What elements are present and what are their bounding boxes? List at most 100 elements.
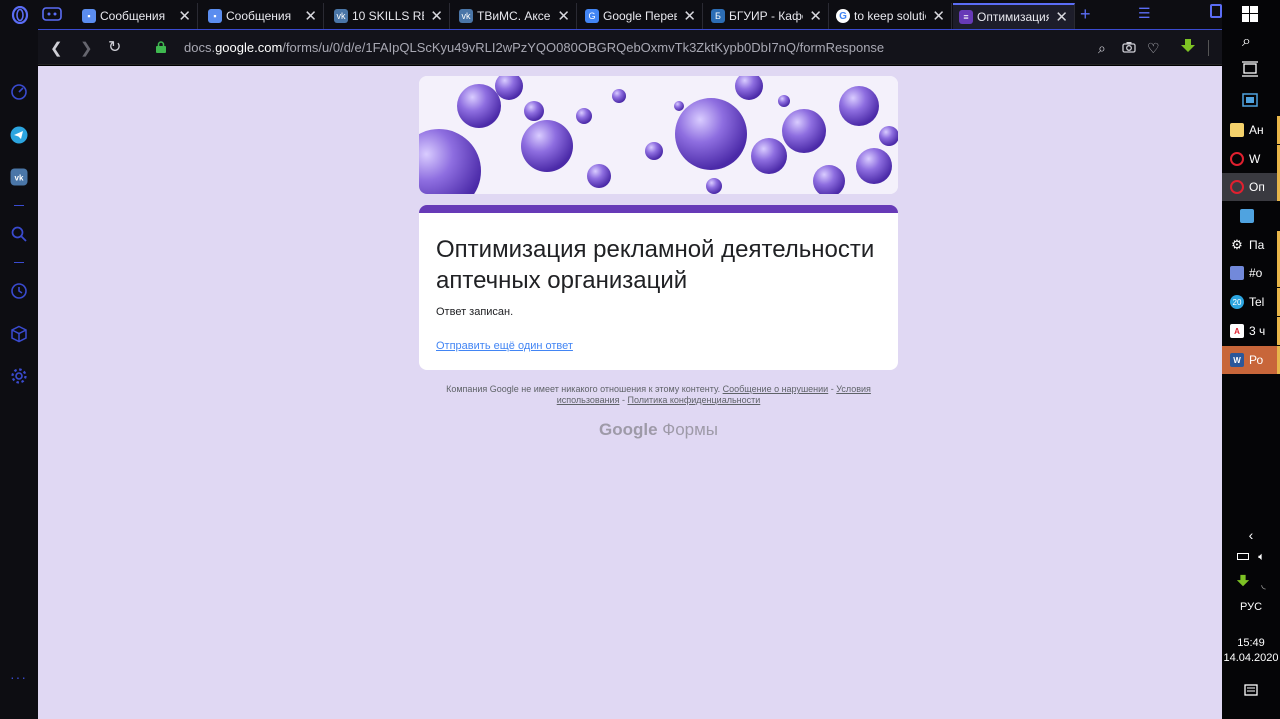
form-page: Оптимизация рекламной деятельности аптеч… xyxy=(38,66,1222,719)
forward-button[interactable]: ❯ xyxy=(80,39,93,57)
word-icon: W xyxy=(1230,353,1244,367)
vk-icon: vk xyxy=(459,9,473,23)
google-icon: G xyxy=(836,9,850,23)
taskbar-item-settings[interactable]: ⚙ Па xyxy=(1222,231,1280,259)
clock-time[interactable]: 15:49 xyxy=(1222,637,1280,649)
download-icon[interactable] xyxy=(1236,574,1250,588)
tab-messages-1[interactable]: ▪ Сообщения ✕ xyxy=(76,3,198,29)
vk-icon: vk xyxy=(334,9,348,23)
telegram-icon: 20 xyxy=(1230,295,1244,309)
windows-start-icon[interactable] xyxy=(1242,6,1258,27)
download-icon[interactable] xyxy=(1180,38,1196,57)
close-icon[interactable]: ✕ xyxy=(932,7,945,25)
tab-bsuir[interactable]: Б БГУИР - Кафе ✕ xyxy=(705,3,829,29)
network-icon[interactable]: ◟ xyxy=(1261,579,1265,591)
notifications-icon[interactable] xyxy=(1222,684,1280,701)
tab-messages-2[interactable]: ▪ Сообщения ✕ xyxy=(202,3,324,29)
camera-icon[interactable] xyxy=(1122,40,1136,56)
taskbar-item-word[interactable]: W Ро xyxy=(1222,346,1280,374)
url-field[interactable]: docs.google.com/forms/u/0/d/e/1FAIpQLScK… xyxy=(184,40,884,55)
task-view-icon[interactable] xyxy=(1242,61,1258,82)
close-icon[interactable]: ✕ xyxy=(1055,8,1068,26)
disclaimer-text: Компания Google не имеет никакого отноше… xyxy=(446,384,721,394)
chat-icon: ▪ xyxy=(208,9,222,23)
taskbar-label: Ан xyxy=(1249,123,1264,137)
back-button[interactable]: ❮ xyxy=(50,39,63,57)
tab-tvims[interactable]: vk ТВиМС. Аксен ✕ xyxy=(453,3,577,29)
settings-icon[interactable] xyxy=(9,366,29,386)
new-tab-button[interactable]: + xyxy=(1080,4,1091,25)
google-forms-logo[interactable]: Google Формы xyxy=(419,420,898,440)
speed-dial-icon[interactable] xyxy=(9,82,29,102)
google-wordmark: Google xyxy=(598,420,658,439)
taskbar-label: Па xyxy=(1249,238,1265,252)
folder-icon xyxy=(1230,123,1244,137)
extensions-icon[interactable] xyxy=(9,324,29,344)
response-card: Оптимизация рекламной деятельности аптеч… xyxy=(419,205,898,370)
film-icon[interactable] xyxy=(1242,93,1258,112)
close-icon[interactable]: ✕ xyxy=(304,7,317,25)
vk-icon[interactable]: vk xyxy=(9,167,29,187)
discord-icon xyxy=(1230,266,1244,280)
tab-menu-icon[interactable]: ☰ xyxy=(1138,5,1151,22)
forms-wordmark: Формы xyxy=(662,420,719,439)
toolbar-divider xyxy=(1208,40,1209,56)
search-icon[interactable] xyxy=(9,224,29,244)
history-icon[interactable] xyxy=(9,281,29,301)
taskbar-label: Tel xyxy=(1249,295,1265,309)
bubbles-illustration xyxy=(419,76,898,194)
close-icon[interactable]: ✕ xyxy=(178,7,191,25)
heart-icon[interactable]: ♡ xyxy=(1147,40,1160,57)
taskbar-item-opera-w[interactable]: W xyxy=(1222,145,1280,173)
footer-disclaimer: Компания Google не имеет никакого отноше… xyxy=(419,384,898,406)
separator: - xyxy=(830,384,834,394)
taskbar-item-opera-active[interactable]: Оп xyxy=(1222,173,1280,201)
tab-label: БГУИР - Кафе xyxy=(729,9,804,23)
search-icon[interactable]: ⌕ xyxy=(1242,33,1251,51)
separator: - xyxy=(621,395,625,405)
tab-label: Оптимизация xyxy=(977,10,1050,24)
forms-icon: ≡ xyxy=(959,10,973,24)
taskbar-item-discord[interactable]: #o xyxy=(1222,259,1280,287)
search-icon[interactable]: ⌕ xyxy=(1098,40,1106,57)
system-tray: 🔈︎ xyxy=(1222,551,1280,564)
taskbar-label: Ро xyxy=(1249,353,1264,367)
clock-date[interactable]: 14.04.2020 xyxy=(1222,652,1280,664)
opera-menu-button[interactable] xyxy=(8,4,32,26)
tab-forms-active[interactable]: ≡ Оптимизация ✕ xyxy=(953,3,1075,29)
close-icon[interactable]: ✕ xyxy=(683,7,696,25)
more-icon[interactable]: ··· xyxy=(10,669,27,685)
close-icon[interactable]: ✕ xyxy=(557,7,570,25)
taskbar-label: W xyxy=(1249,152,1261,166)
telegram-icon[interactable] xyxy=(9,125,29,145)
workspace-icon[interactable] xyxy=(42,7,62,26)
volume-icon[interactable]: 🔈︎ xyxy=(1258,551,1265,563)
tab-10-skills[interactable]: vk 10 SKILLS REQ ✕ xyxy=(328,3,450,29)
submit-another-response-link[interactable]: Отправить ещё один ответ xyxy=(436,340,573,352)
taskbar-item-pdf[interactable]: A 3 ч xyxy=(1222,317,1280,345)
opera-icon xyxy=(1230,152,1244,166)
chevron-left-icon[interactable]: ‹ xyxy=(1222,527,1280,543)
calculator-icon xyxy=(1240,209,1254,223)
tab-google-translate[interactable]: G Google Перев ✕ xyxy=(579,3,703,29)
privacy-link[interactable]: Политика конфиденциальности xyxy=(628,395,761,405)
report-abuse-link[interactable]: Сообщение о нарушении xyxy=(723,384,829,394)
taskbar-item-calculator[interactable] xyxy=(1222,202,1280,230)
opera-icon xyxy=(1230,180,1244,194)
battery-icon[interactable] xyxy=(1237,553,1250,560)
translate-icon: G xyxy=(585,9,599,23)
taskbar-item-folder[interactable]: Ан xyxy=(1222,116,1280,144)
tab-label: to keep solutio xyxy=(854,9,927,23)
pdf-icon: A xyxy=(1230,324,1244,338)
close-icon[interactable]: ✕ xyxy=(809,7,822,25)
reload-button[interactable]: ↻ xyxy=(108,37,121,57)
taskbar-item-telegram[interactable]: 20 Tel xyxy=(1222,288,1280,316)
tab-google-search[interactable]: G to keep solutio ✕ xyxy=(830,3,952,29)
lock-icon xyxy=(156,41,166,53)
snapshot-icon[interactable] xyxy=(1210,4,1222,18)
form-title: Оптимизация рекламной деятельности аптеч… xyxy=(436,236,875,294)
close-icon[interactable]: ✕ xyxy=(430,7,443,25)
taskbar-label: 3 ч xyxy=(1249,324,1266,338)
language-indicator[interactable]: РУС xyxy=(1222,601,1280,613)
tab-label: Сообщения xyxy=(226,9,292,23)
